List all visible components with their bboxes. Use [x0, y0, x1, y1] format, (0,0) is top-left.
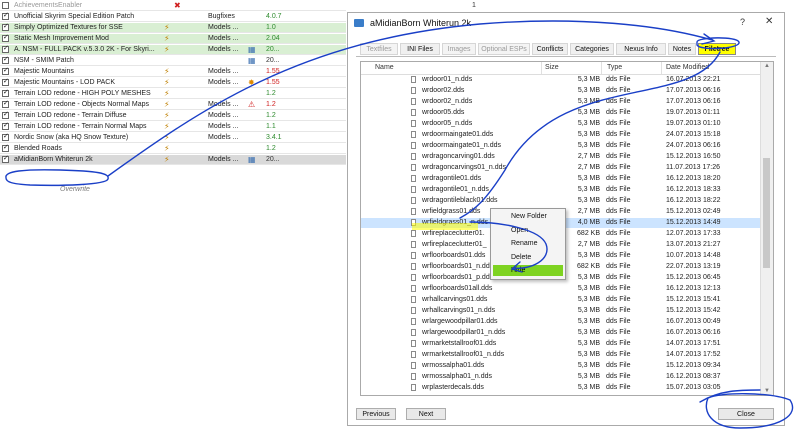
annotation-close-ellipse: [705, 393, 794, 429]
annotation-close-curve: [699, 389, 761, 403]
annotation-hide-arrowhead: [510, 261, 523, 273]
annotation-curve-to-hide: [469, 221, 548, 269]
annotation-yellow-highlight: [412, 223, 478, 230]
annotation-overlay: [5, 20, 794, 429]
annotation-ellipse-mod: [5, 169, 109, 187]
annotation-arrow-to-filetree: [107, 20, 713, 177]
annotation-curve-to-files: [459, 51, 721, 219]
